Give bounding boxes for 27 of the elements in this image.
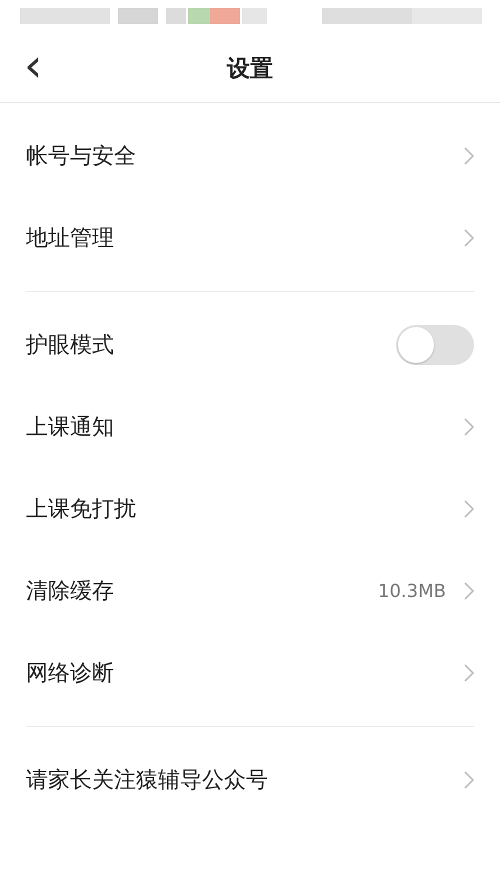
chevron-right-icon <box>464 418 474 436</box>
chevron-right-icon <box>464 582 474 600</box>
toggle-switch[interactable] <box>396 325 474 365</box>
settings-item[interactable]: 清除缓存 10.3MB <box>0 550 500 632</box>
back-button[interactable]: ‹ <box>18 42 48 88</box>
settings-item[interactable]: 地址管理 <box>0 197 500 279</box>
settings-item[interactable]: 帐号与安全 <box>0 115 500 197</box>
settings-item[interactable]: 网络诊断 <box>0 632 500 714</box>
chevron-right-icon <box>464 500 474 518</box>
settings-row[interactable]: 护眼模式 <box>0 304 500 386</box>
chevron-right-icon <box>464 229 474 247</box>
item-label: 上课免打扰 <box>26 496 137 524</box>
settings-item[interactable]: 请家长关注猿辅导公众号 <box>0 739 500 821</box>
chevron-right-icon <box>464 147 474 165</box>
item-label: 请家长关注猿辅导公众号 <box>26 767 269 795</box>
item-label: 网络诊断 <box>26 660 115 688</box>
item-label: 帐号与安全 <box>26 143 137 171</box>
item-label: 地址管理 <box>26 225 115 253</box>
item-label: 清除缓存 <box>26 578 115 606</box>
settings-item[interactable]: 上课免打扰 <box>0 468 500 550</box>
item-label: 上课通知 <box>26 414 115 442</box>
item-label: 护眼模式 <box>26 332 115 360</box>
chevron-right-icon <box>464 771 474 789</box>
item-value: 10.3MB <box>378 580 446 602</box>
page-title: 设置 <box>227 54 273 84</box>
chevron-right-icon <box>464 664 474 682</box>
settings-item[interactable]: 上课通知 <box>0 386 500 468</box>
